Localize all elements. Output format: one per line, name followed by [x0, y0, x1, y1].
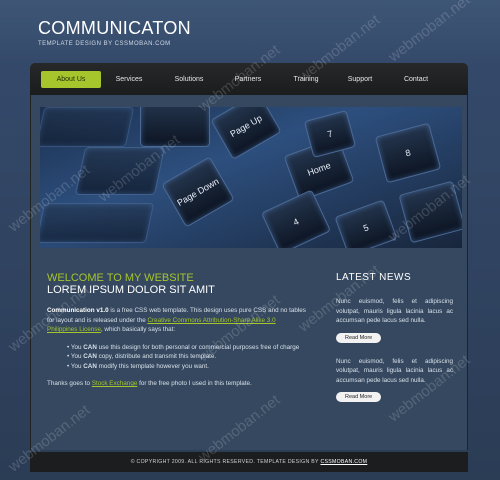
- nav-item-solutions[interactable]: Solutions: [163, 71, 215, 88]
- key-blank: [40, 107, 135, 147]
- footer: © COPYRIGHT 2009. ALL RIGHTS RESERVED. T…: [30, 452, 468, 472]
- nav-item-contact[interactable]: Contact: [390, 71, 442, 88]
- key-page-up: Page Up: [210, 107, 282, 160]
- news-item-text: Nunc euismod, felis et adipiscing volutp…: [336, 298, 453, 324]
- footer-link[interactable]: CSSMOBAN.COM: [320, 459, 367, 465]
- key-7: 7: [303, 109, 357, 159]
- site-title[interactable]: COMMUNICATON: [38, 18, 191, 39]
- site-tagline: TEMPLATE DESIGN BY CSSMOBAN.COM: [38, 41, 171, 47]
- thanks-paragraph: Thanks goes to Stock Exchange for the fr…: [47, 380, 252, 387]
- site-header: COMMUNICATON TEMPLATE DESIGN BY CSSMOBAN…: [38, 18, 191, 47]
- read-more-button[interactable]: Read More: [336, 392, 382, 402]
- key-page-down: Page Down: [161, 156, 235, 228]
- read-more-button[interactable]: Read More: [336, 332, 382, 343]
- key-8: 8: [374, 122, 442, 184]
- intro-text-end: , which basically says that:: [100, 326, 176, 333]
- welcome-heading: WELCOME TO MY WEBSITE: [47, 272, 194, 284]
- nav-item-about-us[interactable]: About Us: [41, 71, 101, 88]
- list-item: You CAN use this design for both persona…: [67, 343, 307, 353]
- footer-text: © COPYRIGHT 2009. ALL RIGHTS RESERVED. T…: [130, 459, 321, 465]
- stock-exchange-link[interactable]: Stock Exchange: [92, 380, 138, 387]
- list-item: You CAN copy, distribute and transmit th…: [67, 352, 307, 362]
- key-blank: [40, 203, 155, 243]
- list-item: You CAN modify this template however you…: [67, 362, 307, 372]
- key-5: 5: [334, 199, 398, 248]
- key-4: 4: [260, 189, 332, 248]
- nav-item-services[interactable]: Services: [103, 71, 155, 88]
- bullet-list: You CAN use this design for both persona…: [67, 343, 307, 372]
- nav-item-support[interactable]: Support: [334, 71, 386, 88]
